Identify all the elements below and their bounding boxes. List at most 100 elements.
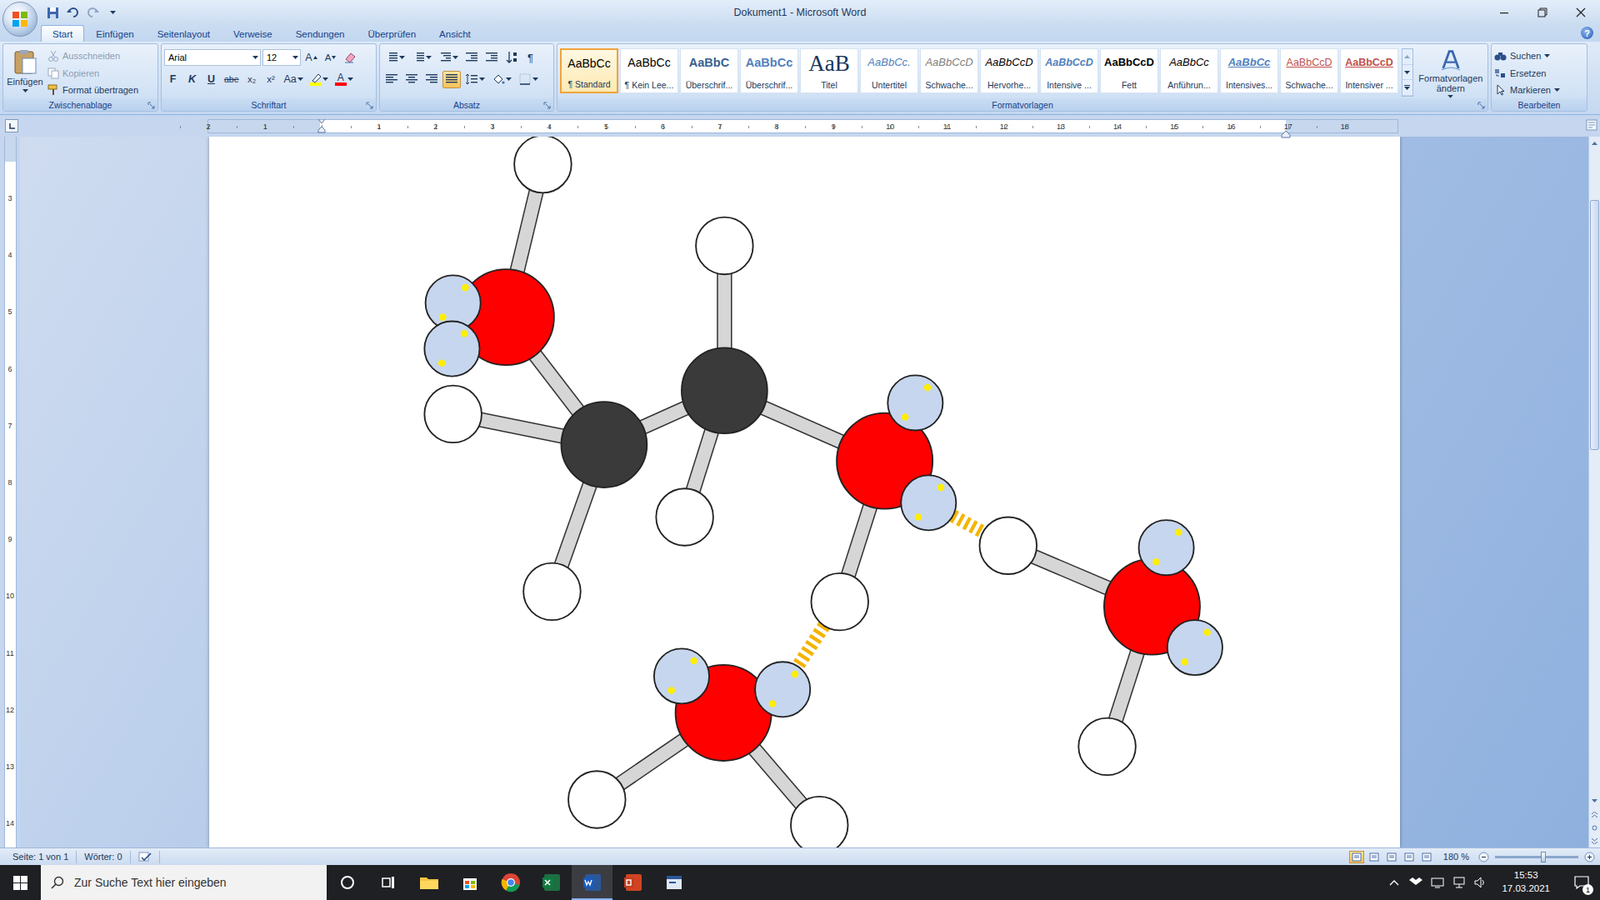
style-tile[interactable]: AaBbCc¶ Kein Lee...: [620, 48, 679, 94]
gallery-more-button[interactable]: [1402, 80, 1413, 96]
sort-button[interactable]: [502, 49, 520, 67]
ribbon-tab[interactable]: Sendungen: [284, 25, 357, 42]
zoom-level[interactable]: 180 %: [1436, 851, 1476, 862]
gallery-down-button[interactable]: [1402, 65, 1413, 81]
browse-object-button[interactable]: [1589, 820, 1600, 835]
case-button[interactable]: Aa: [281, 70, 306, 89]
taskbar-search[interactable]: Zur Suche Text hier eingeben: [40, 865, 327, 900]
style-tile[interactable]: AaBbCcDIntensive ...: [1040, 48, 1099, 94]
decrease-indent-button[interactable]: [462, 49, 481, 67]
store-taskbar-button[interactable]: [449, 865, 490, 900]
document-page[interactable]: [209, 136, 1400, 848]
gallery-up-button[interactable]: [1402, 49, 1413, 65]
zoom-slider[interactable]: [1495, 855, 1579, 859]
change-styles-button[interactable]: Formatvorlagen ändern: [1416, 46, 1485, 99]
scroll-thumb[interactable]: [1590, 200, 1600, 450]
chrome-taskbar-button[interactable]: [490, 865, 531, 900]
clipboard-item[interactable]: Format übertragen: [47, 81, 139, 99]
ribbon-tab[interactable]: Ansicht: [427, 25, 483, 42]
align-right-button[interactable]: [422, 70, 441, 89]
style-tile[interactable]: AaBbCcDHervorhe...: [980, 48, 1039, 94]
show-marks-button[interactable]: ¶: [521, 49, 540, 67]
draft-view-button[interactable]: [1419, 850, 1435, 864]
zoom-slider-thumb[interactable]: [1540, 851, 1546, 863]
close-button[interactable]: [1561, 0, 1600, 25]
highlight-button[interactable]: [307, 70, 331, 89]
line-spacing-button[interactable]: [462, 70, 488, 89]
restore-button[interactable]: [1523, 0, 1562, 25]
scroll-up-button[interactable]: [1589, 136, 1600, 150]
dropbox-tray[interactable]: [1408, 875, 1424, 890]
dialog-launcher[interactable]: [1477, 100, 1485, 109]
help-button[interactable]: ?: [1580, 26, 1594, 40]
reading-view-button[interactable]: [1366, 850, 1382, 864]
proofing-status[interactable]: [130, 850, 160, 864]
network-tray[interactable]: [1451, 875, 1467, 890]
ribbon-tab[interactable]: Überprüfen: [356, 25, 429, 42]
right-indent-marker[interactable]: [1280, 126, 1291, 135]
bullets-button[interactable]: [382, 49, 408, 67]
word-taskbar-button[interactable]: [571, 865, 613, 900]
print-view-button[interactable]: [1349, 850, 1365, 864]
redo-button[interactable]: [85, 5, 100, 20]
dialog-launcher[interactable]: [543, 100, 551, 109]
paste-button[interactable]: Einfügen: [5, 46, 45, 99]
ribbon-tab[interactable]: Verweise: [221, 25, 285, 42]
font-size-field[interactable]: 12: [262, 49, 301, 66]
ruler-toggle[interactable]: [1585, 119, 1598, 133]
underline-button[interactable]: U: [202, 70, 220, 89]
sub-button[interactable]: x₂: [243, 70, 261, 89]
start-button[interactable]: [0, 865, 41, 900]
style-tile[interactable]: AaBTitel: [800, 48, 859, 94]
shrink-font-button[interactable]: A: [321, 49, 340, 67]
save-button[interactable]: [45, 5, 60, 20]
align-center-button[interactable]: [402, 70, 421, 89]
show-hidden-icons[interactable]: [1386, 875, 1402, 890]
dialog-launcher[interactable]: [365, 100, 374, 109]
font-family-field[interactable]: Arial: [164, 49, 261, 66]
grow-font-button[interactable]: A: [302, 49, 320, 67]
style-tile[interactable]: AaBbCcDSchwache...: [1280, 48, 1339, 94]
minimize-button[interactable]: [1485, 0, 1524, 25]
clipboard-item[interactable]: Ausschneiden: [47, 47, 139, 65]
page-count[interactable]: Seite: 1 von 1: [5, 850, 77, 864]
increase-indent-button[interactable]: [482, 49, 501, 67]
next-page-button[interactable]: [1589, 834, 1600, 848]
borders-button[interactable]: [515, 70, 541, 89]
web-view-button[interactable]: [1384, 850, 1400, 864]
style-tile[interactable]: AaBbCÜberschrif...: [680, 48, 739, 94]
vertical-scrollbar[interactable]: [1588, 136, 1600, 848]
ribbon-tab[interactable]: Seitenlayout: [145, 25, 222, 42]
indent-marker[interactable]: [293, 120, 350, 133]
align-left-button[interactable]: [382, 70, 401, 89]
explorer-taskbar-button[interactable]: [408, 865, 450, 900]
device-tray[interactable]: [1430, 875, 1445, 890]
numbering-button[interactable]: [409, 49, 435, 67]
style-tile[interactable]: AaBbCcDSchwache...: [920, 48, 979, 94]
action-center-button[interactable]: 1: [1563, 865, 1600, 900]
sup-button[interactable]: x²: [262, 70, 280, 89]
style-tile[interactable]: AaBbCc.Untertitel: [860, 48, 919, 94]
previous-page-button[interactable]: [1589, 807, 1600, 821]
taskview-taskbar-button[interactable]: [367, 865, 409, 900]
office-button[interactable]: [2, 1, 38, 37]
horizontal-ruler[interactable]: 21123456789101112131415161718: [207, 119, 1399, 134]
replace-button[interactable]: Ersetzen: [1494, 65, 1560, 82]
customize-quick-access[interactable]: [105, 5, 120, 20]
clipboard-item[interactable]: Kopieren: [47, 65, 139, 82]
align-justify-button[interactable]: [442, 70, 461, 89]
style-tile[interactable]: AaBbCcÜberschrif...: [740, 48, 799, 94]
scroll-down-button[interactable]: [1589, 794, 1600, 808]
outline-view-button[interactable]: [1401, 850, 1417, 864]
font-color-button[interactable]: A: [332, 70, 356, 89]
bold-button[interactable]: F: [164, 70, 182, 89]
style-tile[interactable]: AaBbCcIntensives...: [1220, 48, 1279, 94]
style-tile[interactable]: AaBbCcAnführun...: [1160, 48, 1219, 94]
clear-formatting-button[interactable]: [340, 49, 360, 67]
strike-button[interactable]: abe: [221, 70, 242, 89]
other-taskbar-button[interactable]: [653, 865, 695, 900]
style-tile[interactable]: AaBbCc¶ Standard: [560, 48, 619, 94]
undo-button[interactable]: [65, 5, 80, 20]
volume-tray[interactable]: [1473, 875, 1489, 890]
excel-taskbar-button[interactable]: [530, 865, 572, 900]
